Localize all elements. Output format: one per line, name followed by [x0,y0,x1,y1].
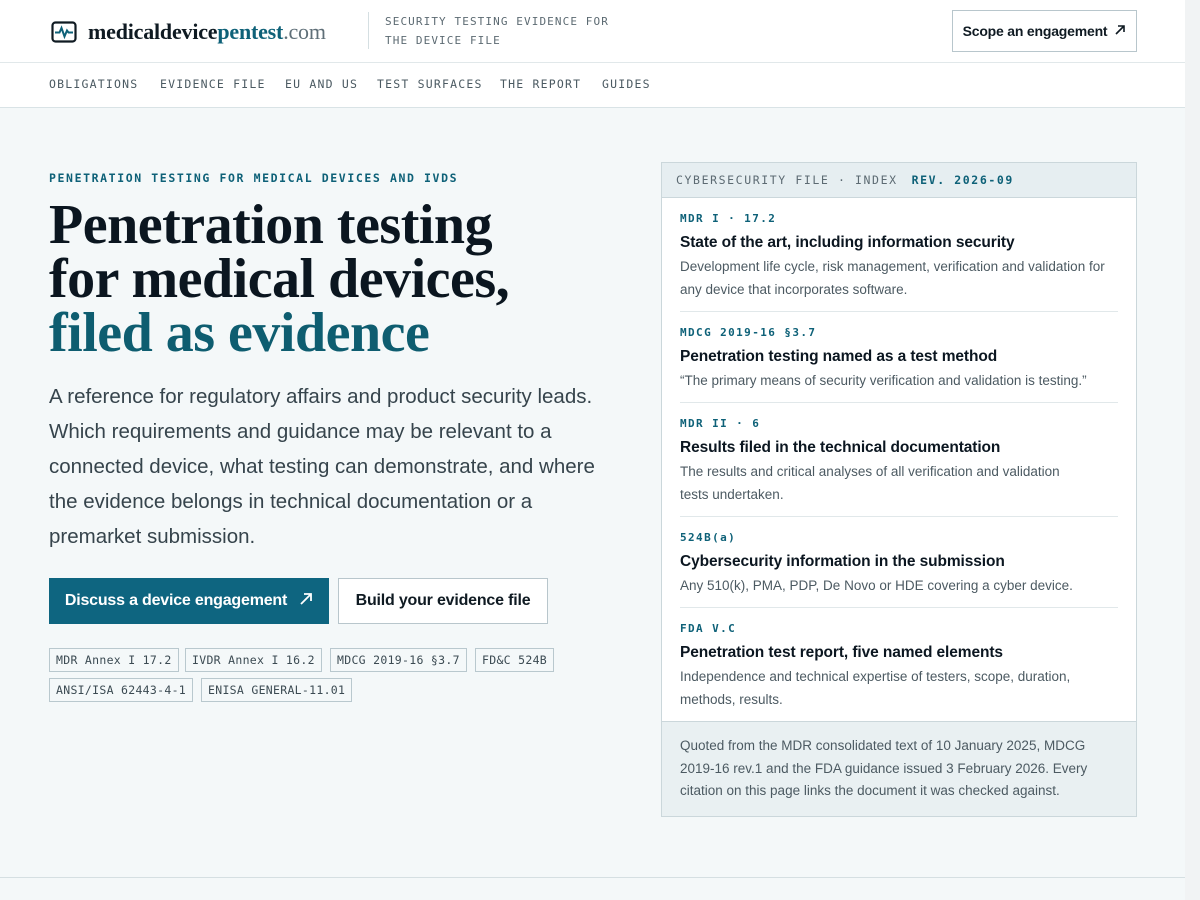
nav-item-obligations[interactable]: OBLIGATIONS [49,77,138,91]
headline-line-3: filed as evidence [49,302,430,364]
scope-engagement-button[interactable]: Scope an engagement [952,10,1137,52]
hero-headline: Penetration testing for medical devices,… [49,194,629,364]
page-scrollbar[interactable] [1185,0,1200,900]
entry-desc: “The primary means of security verificat… [680,373,1087,388]
chip-ivdr-annex[interactable]: IVDR Annex I 16.2 [185,648,322,672]
site-tagline: SECURITY TESTING EVIDENCE FOR THE DEVICE… [385,15,609,47]
hero-lede: A reference for regulatory affairs and p… [49,385,595,548]
entry-title: Penetration testing named as a test meth… [680,348,998,365]
arrow-up-right-icon [1114,23,1126,39]
scope-engagement-label: Scope an engagement [962,23,1108,39]
entry-desc: The results and critical analyses of all… [680,464,1060,502]
nav-item-test-surfaces[interactable]: TEST SURFACES [377,77,483,91]
chip-ansi-isa[interactable]: ANSI/ISA 62443-4-1 [49,678,194,702]
card-label: CYBERSECURITY FILE · INDEX [676,173,898,187]
index-entry[interactable]: FDA V.C Penetration test report, five na… [680,621,1118,711]
section-divider [0,877,1185,878]
entry-desc: Independence and technical expertise of … [680,669,1071,707]
header-divider [368,12,369,49]
entry-desc: Any 510(k), PMA, PDP, De Novo or HDE cov… [680,578,1073,593]
build-evidence-file-button[interactable]: Build your evidence file [338,578,548,624]
chip-mdr-annex[interactable]: MDR Annex I 17.2 [49,648,179,672]
entry-divider [680,607,1118,608]
headline-line-1: Penetration testing [49,194,493,256]
headline-line-2: for medical devices, [49,248,510,310]
entry-desc: Development life cycle, risk management,… [680,259,1105,297]
entry-divider [680,402,1118,403]
card-footnote: Quoted from the MDR consolidated text of… [662,721,1136,816]
chip-mdcg[interactable]: MDCG 2019-16 §3.7 [330,648,467,672]
logo-wordmark: medicaldevicepentest.com [88,19,326,44]
chip-fdc-524b[interactable]: FD&C 524B [475,648,555,672]
chip-enisa[interactable]: ENISA GENERAL-11.01 [201,678,353,702]
entry-ref: MDCG 2019-16 §3.7 [680,326,817,339]
heartbeat-monitor-icon [51,21,77,43]
hero-eyebrow: PENETRATION TESTING FOR MEDICAL DEVICES … [49,171,459,185]
discuss-engagement-button[interactable]: Discuss a device engagement [49,578,329,624]
card-revision: REV. 2026-09 [911,173,1014,187]
entry-ref: MDR II · 6 [680,417,761,430]
site-logo[interactable]: medicaldevicepentest.com [51,19,326,45]
nav-item-the-report[interactable]: THE REPORT [500,77,581,91]
nav-item-guides[interactable]: GUIDES [602,77,651,91]
nav-item-eu-and-us[interactable]: EU AND US [285,77,358,91]
entry-ref: FDA V.C [680,622,737,635]
entry-ref: 524B(a) [680,531,737,544]
entry-divider [680,311,1118,312]
index-entry[interactable]: MDCG 2019-16 §3.7 Penetration testing na… [680,325,1118,393]
entry-title: State of the art, including information … [680,234,1015,251]
main-nav: OBLIGATIONS EVIDENCE FILE EU AND US TEST… [0,63,1185,108]
discuss-engagement-label: Discuss a device engagement [64,592,288,609]
entry-ref: MDR I · 17.2 [680,212,777,225]
card-header: CYBERSECURITY FILE · INDEX REV. 2026-09 [662,163,1136,198]
entry-title: Penetration test report, five named elem… [680,644,1003,661]
index-entry[interactable]: 524B(a) Cybersecurity information in the… [680,530,1118,598]
index-entry[interactable]: MDR I · 17.2 State of the art, including… [680,211,1118,301]
entry-divider [680,516,1118,517]
index-entry[interactable]: MDR II · 6 Results filed in the technica… [680,416,1118,506]
entry-title: Results filed in the technical documenta… [680,439,1001,456]
nav-item-evidence-file[interactable]: EVIDENCE FILE [160,77,266,91]
arrow-up-right-icon [299,592,313,611]
entry-title: Cybersecurity information in the submiss… [680,553,1005,570]
cybersecurity-file-index-card: CYBERSECURITY FILE · INDEX REV. 2026-09 … [661,162,1137,817]
site-header: medicaldevicepentest.com SECURITY TESTIN… [0,0,1185,63]
